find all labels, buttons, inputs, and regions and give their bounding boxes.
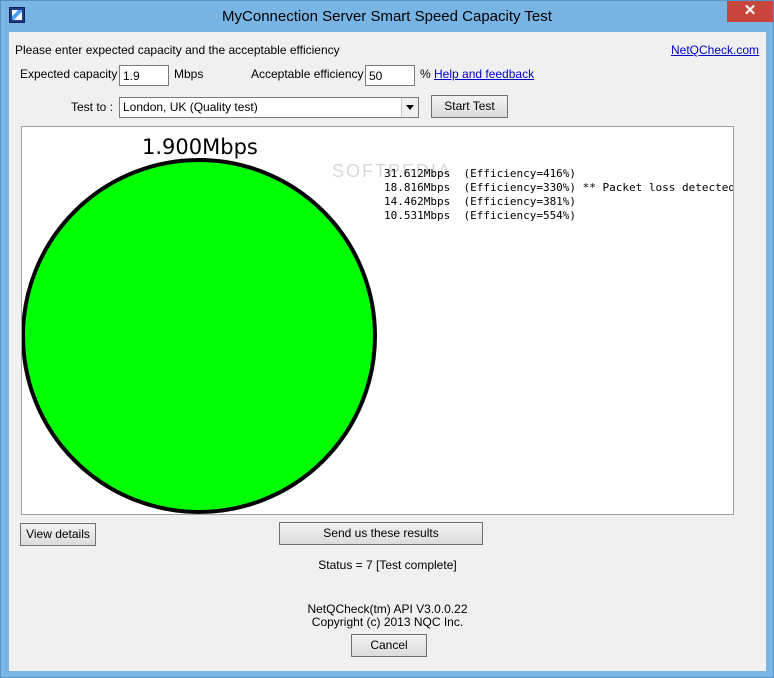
result-line: 10.531Mbps (Efficiency=554%) <box>384 209 577 222</box>
speed-result-title: 1.900Mbps <box>142 135 258 159</box>
capacity-input[interactable] <box>119 65 169 86</box>
result-line: 14.462Mbps (Efficiency=381%) <box>384 195 577 208</box>
window-title: MyConnection Server Smart Speed Capacity… <box>222 8 552 25</box>
start-test-button[interactable]: Start Test <box>431 95 508 118</box>
speed-circle <box>22 158 377 514</box>
efficiency-input[interactable] <box>365 65 415 86</box>
api-version-text: NetQCheck(tm) API V3.0.0.22 <box>307 602 468 616</box>
send-results-button[interactable]: Send us these results <box>279 522 483 545</box>
client-area: Please enter expected capacity and the a… <box>9 32 766 671</box>
view-details-button[interactable]: View details <box>20 523 96 546</box>
help-feedback-link[interactable]: Help and feedback <box>434 67 534 81</box>
cancel-button[interactable]: Cancel <box>351 634 427 657</box>
capacity-label: Expected capacity : <box>20 67 125 81</box>
efficiency-label: Acceptable efficiency : <box>251 67 371 81</box>
results-panel: SOFTPEDIA 1.900Mbps 31.612Mbps (Efficien… <box>21 126 734 515</box>
result-line: 31.612Mbps (Efficiency=416%) <box>384 167 577 180</box>
test-to-selected-value: London, UK (Quality test) <box>123 100 258 114</box>
title-bar[interactable]: MyConnection Server Smart Speed Capacity… <box>1 1 773 31</box>
app-window: MyConnection Server Smart Speed Capacity… <box>0 0 774 678</box>
test-to-select[interactable]: London, UK (Quality test) <box>119 97 419 118</box>
capacity-unit: Mbps <box>174 67 204 81</box>
copyright-text: Copyright (c) 2013 NQC Inc. <box>311 615 464 629</box>
efficiency-unit: % <box>420 67 431 81</box>
status-text: Status = 7 [Test complete] <box>318 558 457 572</box>
instructions-text: Please enter expected capacity and the a… <box>15 43 340 57</box>
close-button[interactable]: ✕ <box>727 1 773 22</box>
result-line: 18.816Mbps (Efficiency=330%) ** Packet l… <box>384 181 734 194</box>
test-to-label: Test to : <box>71 100 114 114</box>
netqcheck-link[interactable]: NetQCheck.com <box>671 43 759 57</box>
chevron-down-icon[interactable] <box>401 98 418 117</box>
